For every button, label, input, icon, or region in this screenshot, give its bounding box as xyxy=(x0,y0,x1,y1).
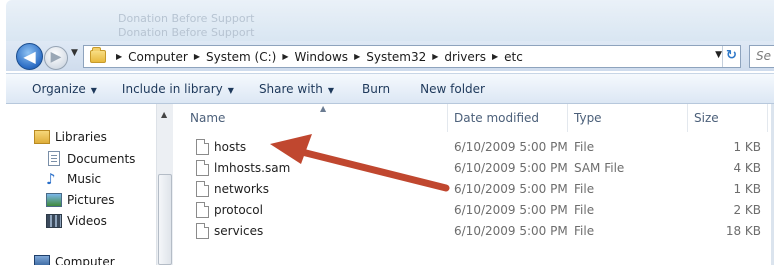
navigation-pane: Libraries Documents ♪ Music Pictures Vid… xyxy=(6,104,156,265)
file-size: 1 KB xyxy=(733,182,761,196)
file-size: 2 KB xyxy=(733,203,761,217)
breadcrumb-separator-icon[interactable]: ▶ xyxy=(116,52,122,61)
nav-item-libraries[interactable]: Libraries xyxy=(34,130,107,144)
breadcrumb-computer[interactable]: Computer xyxy=(128,50,188,64)
chevron-down-icon: ▼ xyxy=(227,85,234,95)
file-type: SAM File xyxy=(574,161,625,175)
window-title-area: Donation Before Support Donation Before … xyxy=(6,0,774,41)
nav-item-label: Music xyxy=(67,172,102,186)
scrollbar-thumb[interactable] xyxy=(158,174,172,265)
column-header-size[interactable]: Size xyxy=(688,104,768,132)
file-icon xyxy=(196,181,209,197)
address-dropdown-icon[interactable]: ▼ xyxy=(715,50,722,60)
file-date: 6/10/2009 5:00 PM xyxy=(454,224,568,238)
column-header-type[interactable]: Type xyxy=(568,104,688,132)
include-in-library-button[interactable]: Include in library ▼ xyxy=(122,82,234,96)
ghost-title-line: Donation Before Support xyxy=(118,26,255,39)
chevron-down-icon: ▼ xyxy=(90,85,97,95)
file-size: 18 KB xyxy=(725,224,761,238)
nav-item-pictures[interactable]: Pictures xyxy=(46,193,115,207)
include-in-library-label: Include in library xyxy=(121,81,223,96)
file-name[interactable]: networks xyxy=(214,179,269,200)
file-date: 6/10/2009 5:00 PM xyxy=(454,203,568,217)
videos-icon xyxy=(46,214,62,228)
breadcrumb-separator-icon[interactable]: ▶ xyxy=(194,52,200,61)
scroll-up-icon[interactable]: ▲ xyxy=(161,110,167,119)
nav-item-music[interactable]: ♪ Music xyxy=(46,170,102,188)
file-size: 4 KB xyxy=(733,161,761,175)
navigation-bar: ◀ ▶ ▼ ▶ Computer ▶ System (C:) ▶ Windows… xyxy=(6,41,774,71)
breadcrumb-windows[interactable]: Windows xyxy=(294,50,348,64)
breadcrumb-separator-icon[interactable]: ▶ xyxy=(492,52,498,61)
refresh-button[interactable]: ↻ xyxy=(722,46,740,67)
nav-item-label: Documents xyxy=(67,151,136,166)
file-type: File xyxy=(574,182,595,196)
breadcrumb-system-c[interactable]: System (C:) xyxy=(206,50,276,64)
column-header-date-modified[interactable]: Date modified xyxy=(448,104,568,132)
file-icon xyxy=(196,223,209,239)
breadcrumb-drivers[interactable]: drivers xyxy=(444,50,486,64)
file-date: 6/10/2009 5:00 PM xyxy=(454,140,568,154)
file-name[interactable]: services xyxy=(214,221,263,242)
libraries-icon xyxy=(34,130,50,144)
back-arrow-icon: ◀ xyxy=(23,47,36,66)
organize-button[interactable]: Organize ▼ xyxy=(32,82,97,96)
chevron-down-icon: ▼ xyxy=(327,85,334,95)
documents-icon xyxy=(48,151,60,166)
sort-ascending-icon: ▲ xyxy=(320,104,327,113)
nav-item-computer[interactable]: Computer xyxy=(34,255,115,265)
breadcrumb-etc[interactable]: etc xyxy=(504,50,523,64)
breadcrumb-separator-icon[interactable]: ▶ xyxy=(354,52,360,61)
file-type: File xyxy=(574,224,595,238)
breadcrumb-separator-icon[interactable]: ▶ xyxy=(432,52,438,61)
table-row[interactable]: services 6/10/2009 5:00 PM File 18 KB xyxy=(174,221,774,242)
share-with-label: Share with xyxy=(258,81,323,96)
file-name[interactable]: lmhosts.sam xyxy=(214,158,290,179)
file-date: 6/10/2009 5:00 PM xyxy=(454,161,568,175)
nav-item-label: Libraries xyxy=(55,130,107,144)
file-name[interactable]: protocol xyxy=(214,200,263,221)
file-size: 1 KB xyxy=(733,140,761,154)
file-list: Name ▲ Date modified Type Size hosts 6/1… xyxy=(174,104,774,265)
nav-item-documents[interactable]: Documents xyxy=(46,151,135,166)
file-date: 6/10/2009 5:00 PM xyxy=(454,182,568,196)
nav-item-label: Computer xyxy=(55,255,115,265)
file-icon xyxy=(196,202,209,218)
recent-pages-dropdown[interactable]: ▼ xyxy=(71,48,78,58)
music-icon: ♪ xyxy=(46,170,56,188)
new-folder-button[interactable]: New folder xyxy=(420,82,485,96)
computer-icon xyxy=(34,255,50,265)
table-row[interactable]: hosts 6/10/2009 5:00 PM File 1 KB xyxy=(174,137,774,158)
address-bar[interactable]: ▶ Computer ▶ System (C:) ▶ Windows ▶ Sys… xyxy=(83,45,741,68)
nav-item-label: Videos xyxy=(67,214,107,228)
table-row[interactable]: networks 6/10/2009 5:00 PM File 1 KB xyxy=(174,179,774,200)
burn-button[interactable]: Burn xyxy=(362,82,390,96)
column-header-label: Name xyxy=(190,111,226,125)
organize-label: Organize xyxy=(32,81,86,96)
file-icon xyxy=(196,139,209,155)
folder-icon xyxy=(90,47,106,63)
breadcrumb-separator-icon[interactable]: ▶ xyxy=(282,52,288,61)
command-bar: Organize ▼ Include in library ▼ Share with… xyxy=(6,73,774,104)
table-row[interactable]: protocol 6/10/2009 5:00 PM File 2 KB xyxy=(174,200,774,221)
file-name[interactable]: hosts xyxy=(214,137,246,158)
ghost-title-line: Donation Before Support xyxy=(118,12,255,25)
nav-item-videos[interactable]: Videos xyxy=(46,214,107,228)
column-header-name[interactable]: Name ▲ xyxy=(184,104,448,132)
file-type: File xyxy=(574,140,595,154)
file-type: File xyxy=(574,203,595,217)
share-with-button[interactable]: Share with ▼ xyxy=(259,82,334,96)
forward-button[interactable]: ▶ xyxy=(44,46,68,70)
nav-item-label: Pictures xyxy=(67,193,115,207)
breadcrumb-system32[interactable]: System32 xyxy=(366,50,426,64)
pictures-icon xyxy=(46,193,62,207)
forward-arrow-icon: ▶ xyxy=(50,49,62,65)
back-button[interactable]: ◀ xyxy=(16,43,43,70)
search-input[interactable]: Se xyxy=(749,45,774,68)
table-row[interactable]: lmhosts.sam 6/10/2009 5:00 PM SAM File 4… xyxy=(174,158,774,179)
file-icon xyxy=(196,160,209,176)
nav-pane-scrollbar[interactable]: ▲ xyxy=(156,104,173,265)
